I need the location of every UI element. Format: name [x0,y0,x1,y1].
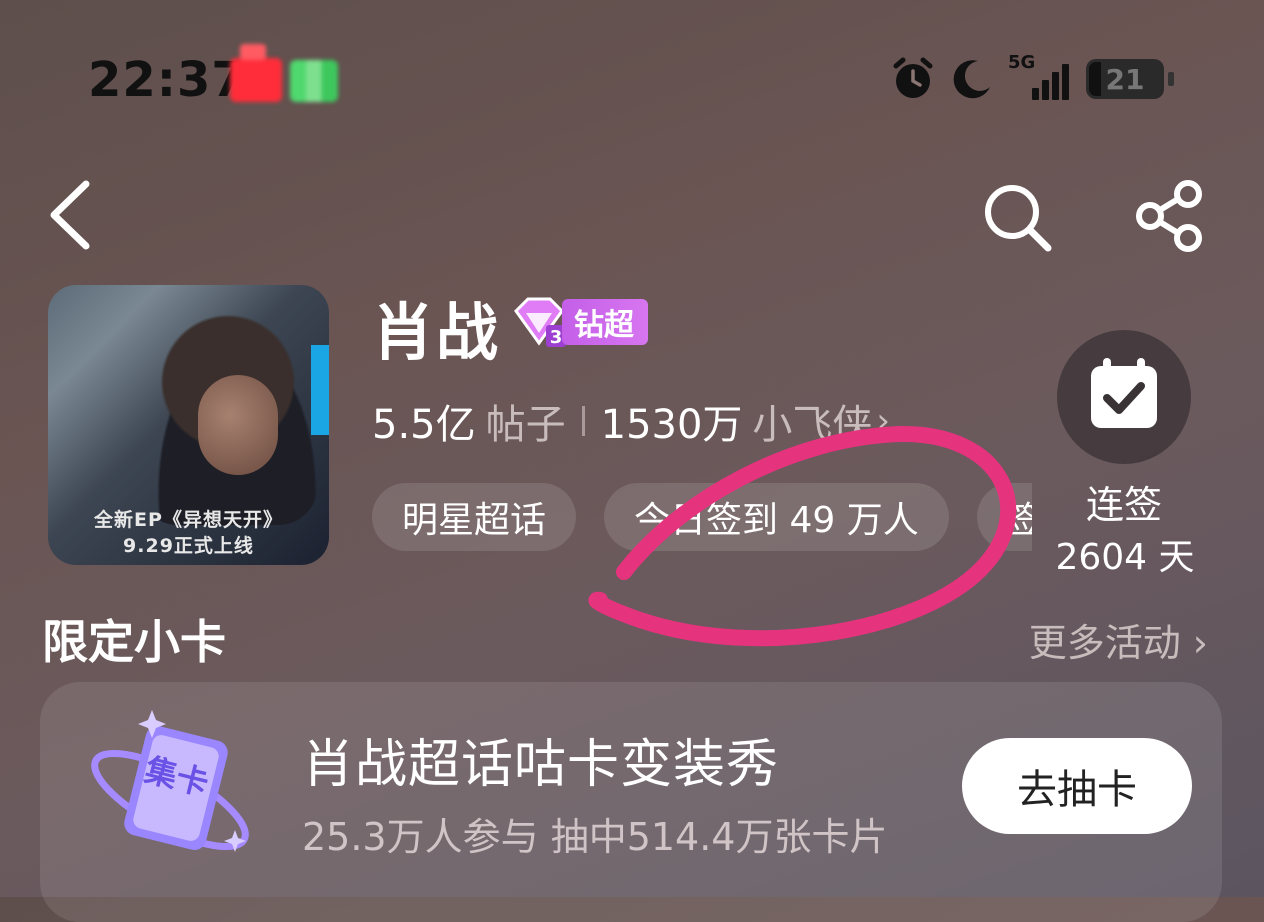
avatar-caption: 全新EP《异想天开》 [94,509,283,531]
fans-label[interactable]: 小飞侠 [752,392,872,450]
badge-label: 钻超 [562,299,648,345]
level-badge[interactable]: 3 钻超 [510,295,648,349]
card-title: 肖战超话咕卡变装秀 [302,735,780,795]
share-button[interactable] [1130,178,1210,254]
section-title: 限定小卡 [42,615,226,669]
signal-icon: 5G [1008,52,1072,102]
chip-more[interactable]: 签 [976,483,1032,551]
notification-icon [230,44,282,102]
chevron-right-icon[interactable]: › [876,401,890,441]
chip-checkin-count[interactable]: 今日签到 49 万人 [604,483,949,551]
moon-icon [953,60,990,99]
notification-icon [290,60,338,102]
draw-card-button[interactable]: 去抽卡 [962,738,1192,834]
status-time: 22:37 [88,52,246,108]
card-subtitle: 25.3万人参与 抽中514.4万张卡片 [302,815,888,859]
fans-count[interactable]: 1530万 [601,392,743,450]
network-label: 5G [1008,52,1036,73]
svg-text:3: 3 [550,327,563,348]
posts-label: 帖子 [485,402,566,448]
avatar-caption: 9.29正式上线 [123,535,254,557]
checkin-label: 连签 [1085,483,1162,527]
card-collect-icon: 集卡 [91,710,249,852]
posts-count: 5.5亿 [372,402,476,448]
alarm-icon [893,57,933,98]
checkin-days: 2604 天 [1055,537,1195,578]
avatar[interactable]: 全新EP《异想天开》 9.29正式上线 [48,285,329,565]
back-button[interactable] [42,178,102,252]
diamond-icon: 3 [514,297,566,348]
divider [581,406,585,436]
battery-icon: 21 [1086,59,1164,99]
chips-row: 明星超话 今日签到 49 万人 签 [372,483,1032,553]
chip-category[interactable]: 明星超话 [372,483,577,551]
page-title: 肖战 [372,296,501,369]
status-icons: 5G 21 [890,52,1174,102]
stats-row: 5.5亿 帖子 1530万 小飞侠 › [372,392,890,450]
checkin-button[interactable] [1057,330,1191,464]
battery-level: 21 [1105,62,1145,96]
search-button[interactable] [980,180,1056,256]
calendar-check-icon [1091,358,1157,428]
more-activities-link[interactable]: 更多活动 › [1029,612,1208,667]
